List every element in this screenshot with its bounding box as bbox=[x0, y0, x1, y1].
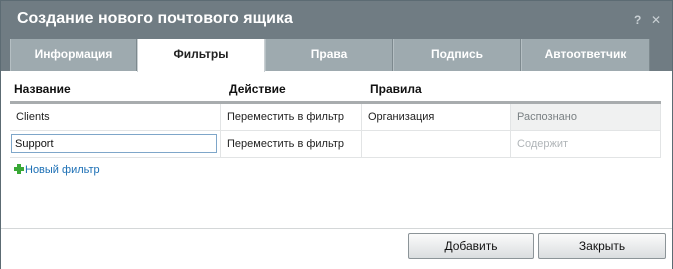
filter-name-cell[interactable]: Clients bbox=[10, 104, 221, 130]
filter-rule-cell[interactable] bbox=[362, 131, 511, 157]
close-icon[interactable]: ✕ bbox=[651, 13, 661, 27]
add-button[interactable]: Добавить bbox=[408, 233, 534, 259]
tab-info[interactable]: Информация bbox=[10, 39, 137, 71]
dialog-footer: Добавить Закрыть bbox=[1, 228, 672, 269]
filter-action-cell[interactable]: Переместить в фильтр bbox=[221, 104, 362, 130]
title-bar: Создание нового почтового ящика ? ✕ bbox=[1, 1, 672, 39]
filter-condition-cell[interactable]: Распознано bbox=[511, 104, 661, 130]
filter-action-cell[interactable]: Переместить в фильтр bbox=[221, 131, 362, 157]
filter-condition-cell[interactable]: Содержит bbox=[511, 131, 661, 157]
filter-name-input[interactable] bbox=[11, 134, 217, 153]
tab-rights[interactable]: Права bbox=[265, 39, 393, 71]
table-row[interactable]: Переместить в фильтр Содержит bbox=[10, 131, 661, 158]
tab-autoresponder[interactable]: Автоответчик bbox=[521, 39, 650, 71]
new-filter-label: Новый фильтр bbox=[25, 164, 100, 176]
column-header-name[interactable]: Название bbox=[14, 82, 71, 96]
close-button[interactable]: Закрыть bbox=[538, 233, 666, 259]
help-icon[interactable]: ? bbox=[634, 13, 641, 27]
dialog-title: Создание нового почтового ящика bbox=[17, 10, 293, 27]
mailbox-dialog: Создание нового почтового ящика ? ✕ Инфо… bbox=[0, 0, 673, 269]
filters-table: Название Действие Правила Clients Переме… bbox=[10, 72, 661, 158]
tab-strip: Информация Фильтры Права Подпись Автоотв… bbox=[1, 39, 672, 72]
new-filter-link[interactable]: Новый фильтр bbox=[14, 164, 100, 176]
table-header: Название Действие Правила bbox=[10, 72, 661, 104]
column-header-action[interactable]: Действие bbox=[229, 82, 286, 96]
filter-rule-cell[interactable]: Организация bbox=[362, 104, 511, 130]
plus-icon bbox=[14, 164, 24, 174]
tab-signature[interactable]: Подпись bbox=[393, 39, 521, 71]
tab-filters[interactable]: Фильтры bbox=[137, 39, 265, 72]
table-row[interactable]: Clients Переместить в фильтр Организация… bbox=[10, 104, 661, 131]
column-header-rules[interactable]: Правила bbox=[370, 82, 422, 96]
filter-name-cell bbox=[10, 131, 221, 157]
